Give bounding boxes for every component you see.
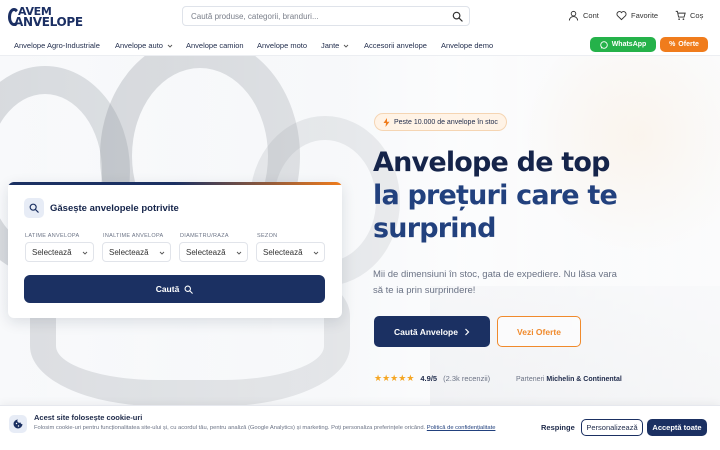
chevron-right-icon: [465, 328, 470, 335]
logo[interactable]: AVEM ANVELOPE: [8, 6, 84, 28]
star-icon: ★: [406, 373, 415, 383]
partners-text: Parteneri Michelin & Continental: [516, 376, 622, 383]
height-select[interactable]: Selectează: [102, 242, 171, 262]
hero-section: Peste 10.000 de anvelope în stoc Anvelop…: [0, 56, 720, 405]
rating-stars: ★★★★★: [374, 374, 414, 383]
nav-item-jante[interactable]: Jante: [321, 41, 349, 50]
chevron-down-icon: [167, 44, 173, 48]
width-select-value: Selectează: [32, 248, 72, 257]
nav-item-accesorii[interactable]: Accesorii anvelope: [364, 41, 427, 50]
view-offers-button[interactable]: Vezi Oferte: [497, 316, 581, 347]
stock-badge: Peste 10.000 de anvelope în stoc: [374, 113, 507, 131]
nav-item-label: Accesorii anvelope: [364, 41, 427, 50]
chevron-down-icon: [313, 251, 319, 255]
season-label: SEZON: [257, 233, 278, 239]
nav-item-label: Anvelope camion: [186, 41, 244, 50]
search-bar: [182, 6, 470, 26]
cart-link[interactable]: Coș: [675, 10, 703, 21]
cart-icon: [675, 10, 686, 20]
search-icon: [184, 285, 194, 294]
nav-item-label: Anvelope demo: [441, 41, 494, 50]
chevron-down-icon: [344, 44, 349, 48]
nav-item-moto[interactable]: Anvelope moto: [257, 41, 307, 50]
nav-item-camion[interactable]: Anvelope camion: [186, 41, 244, 50]
diameter-select[interactable]: Selectează: [179, 242, 248, 262]
width-select[interactable]: Selectează: [25, 242, 94, 262]
search-input[interactable]: [191, 10, 441, 23]
height-select-value: Selectează: [109, 248, 149, 257]
cookie-text: Folosim cookie-uri pentru funcționalitat…: [34, 424, 524, 433]
star-icon: ★: [382, 373, 391, 383]
search-tires-button[interactable]: Caută Anvelope: [374, 316, 490, 347]
chevron-down-icon: [82, 251, 88, 255]
main-navigation: Anvelope Agro-Industriale Anvelope auto …: [0, 34, 720, 56]
diameter-select-value: Selectează: [186, 248, 226, 257]
favorites-link[interactable]: Favorite: [616, 10, 658, 21]
customize-label: Personalizează: [586, 423, 638, 432]
finder-title: Găsește anvelopele potrivite: [50, 203, 179, 214]
hero-subtitle: Mii de dimensiuni în stoc, gata de exped…: [373, 269, 617, 296]
height-label: INALTIME ANVELOPA: [103, 233, 164, 239]
whatsapp-button[interactable]: WhatsApp: [590, 37, 656, 52]
offers-label: Oferte: [678, 41, 699, 48]
cookie-icon: [9, 415, 27, 433]
diameter-label: DIAMETRU/RAZA: [180, 233, 229, 239]
hero-title-line1: Anvelope de top: [373, 147, 611, 178]
user-icon: [568, 10, 579, 21]
accept-cookies-button[interactable]: Acceptă toate: [647, 419, 707, 436]
tire-finder-card: Găsește anvelopele potrivite LATIME ANVE…: [8, 182, 342, 318]
chevron-down-icon: [159, 251, 165, 255]
finder-search-icon: [24, 198, 44, 218]
season-select-value: Selectează: [263, 248, 303, 257]
accept-label: Acceptă toate: [652, 423, 702, 432]
finder-search-label: Caută: [155, 284, 180, 294]
cart-label: Coș: [690, 11, 704, 20]
chevron-down-icon: [236, 251, 242, 255]
reject-cookies-button[interactable]: Respinge: [541, 423, 575, 432]
cookie-title: Acest site folosește cookie-uri: [34, 413, 143, 422]
account-label: Cont: [583, 11, 599, 20]
whatsapp-label: WhatsApp: [611, 41, 647, 48]
season-select[interactable]: Selectează: [256, 242, 325, 262]
nav-item-label: Jante: [321, 41, 340, 50]
rating-block: ★★★★★ 4.9/5 (2.3k recenzii): [374, 374, 491, 384]
account-link[interactable]: Cont: [568, 10, 599, 21]
hero-title: Anvelope de top la prețuri care te surpr…: [373, 146, 693, 245]
cookie-banner: Acest site folosește cookie-uri Folosim …: [0, 405, 720, 450]
nav-item-agro[interactable]: Anvelope Agro-Industriale: [14, 41, 100, 50]
partners-value: Michelin & Continental: [546, 376, 622, 383]
heart-icon: [616, 11, 627, 21]
finder-search-button[interactable]: Caută: [24, 275, 325, 303]
star-icon: ★: [374, 373, 383, 383]
cookie-description: Folosim cookie-uri pentru funcționalitat…: [34, 425, 426, 431]
search-tires-label: Caută Anvelope: [394, 326, 458, 337]
logo-text-line2: ANVELOPE: [14, 15, 83, 29]
hero-title-line2: la prețuri care te surprind: [373, 180, 618, 244]
rating-count: (2.3k recenzii): [443, 374, 491, 383]
customize-cookies-button[interactable]: Personalizează: [581, 419, 643, 436]
card-accent-bar: [8, 182, 342, 185]
nav-item-label: Anvelope auto: [115, 41, 163, 50]
width-label: LATIME ANVELOPA: [25, 233, 80, 239]
favorites-label: Favorite: [631, 11, 659, 20]
nav-item-label: Anvelope Agro-Industriale: [14, 41, 100, 50]
nav-item-demo[interactable]: Anvelope demo: [441, 41, 493, 50]
header: AVEM ANVELOPE Cont Favorite Coș: [0, 0, 720, 34]
view-offers-label: Vezi Oferte: [517, 326, 561, 337]
lightning-icon: [383, 117, 390, 127]
nav-item-auto[interactable]: Anvelope auto: [115, 41, 173, 50]
search-icon[interactable]: [452, 11, 463, 22]
stock-badge-text: Peste 10.000 de anvelope în stoc: [394, 118, 498, 126]
percent-icon: %: [669, 41, 676, 48]
privacy-policy-link[interactable]: Politică de confidențialitate: [427, 425, 496, 431]
partners-label: Parteneri: [516, 376, 545, 383]
rating-score: 4.9/5: [420, 374, 438, 383]
whatsapp-icon: [599, 40, 608, 49]
nav-item-label: Anvelope moto: [257, 41, 308, 50]
offers-button[interactable]: % Oferte: [660, 37, 708, 52]
